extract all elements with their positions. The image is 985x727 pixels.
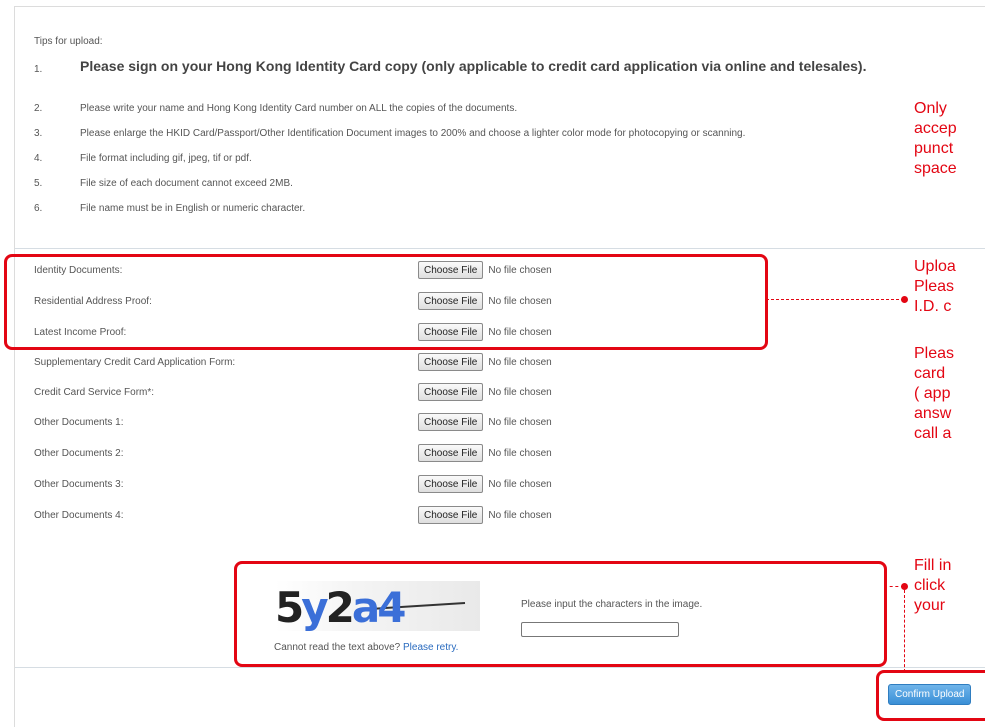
choose-file-button[interactable]: Choose File bbox=[418, 353, 484, 371]
doc-label-supplementary: Supplementary Credit Card Application Fo… bbox=[34, 357, 236, 368]
choose-file-button[interactable]: Choose File bbox=[418, 506, 484, 524]
doc-label-other-4: Other Documents 4: bbox=[34, 510, 124, 521]
file-status: No file chosen bbox=[488, 447, 552, 459]
file-input-supplementary[interactable]: Choose File No file chosen bbox=[418, 353, 552, 371]
file-status: No file chosen bbox=[488, 509, 552, 521]
doc-label-service-form: Credit Card Service Form*: bbox=[34, 387, 155, 398]
file-input-other-2[interactable]: Choose File No file chosen bbox=[418, 444, 552, 462]
tip-number: 2. bbox=[34, 103, 43, 114]
file-input-other-1[interactable]: Choose File No file chosen bbox=[418, 413, 552, 431]
file-input-other-3[interactable]: Choose File No file chosen bbox=[418, 475, 552, 493]
tip-text: Please sign on your Hong Kong Identity C… bbox=[80, 58, 867, 74]
doc-label-other-1: Other Documents 1: bbox=[34, 417, 124, 428]
annotation-dot bbox=[901, 296, 908, 303]
file-input-service-form[interactable]: Choose File No file chosen bbox=[418, 383, 552, 401]
tip-number: 4. bbox=[34, 153, 43, 164]
divider bbox=[15, 248, 985, 249]
annotation-note-filename: Only accep punct space bbox=[914, 100, 957, 177]
tips-title: Tips for upload: bbox=[34, 36, 103, 47]
doc-label-other-3: Other Documents 3: bbox=[34, 479, 124, 490]
choose-file-button[interactable]: Choose File bbox=[418, 475, 484, 493]
confirm-upload-button[interactable]: Confirm Upload bbox=[888, 684, 972, 705]
choose-file-button[interactable]: Choose File bbox=[418, 383, 484, 401]
tip-text: File format including gif, jpeg, tif or … bbox=[80, 153, 252, 164]
annotation-connector bbox=[766, 299, 904, 300]
annotation-connector bbox=[904, 590, 905, 672]
tip-text: Please write your name and Hong Kong Ide… bbox=[80, 103, 518, 114]
annotation-box-required-docs bbox=[4, 254, 768, 350]
annotation-note-captcha: Fill in click your bbox=[914, 557, 952, 614]
tip-number: 3. bbox=[34, 128, 43, 139]
tip-number: 6. bbox=[34, 203, 43, 214]
file-status: No file chosen bbox=[488, 356, 552, 368]
tip-text: File name must be in English or numeric … bbox=[80, 203, 306, 214]
tip-text: Please enlarge the HKID Card/Passport/Ot… bbox=[80, 128, 746, 139]
choose-file-button[interactable]: Choose File bbox=[418, 444, 484, 462]
doc-label-other-2: Other Documents 2: bbox=[34, 448, 124, 459]
annotation-dot bbox=[901, 583, 908, 590]
file-input-other-4[interactable]: Choose File No file chosen bbox=[418, 506, 552, 524]
file-status: No file chosen bbox=[488, 478, 552, 490]
annotation-note-upload: Uploa Pleas I.D. c bbox=[914, 258, 956, 315]
annotation-box-captcha bbox=[234, 561, 887, 667]
tip-text: File size of each document cannot exceed… bbox=[80, 178, 293, 189]
file-status: No file chosen bbox=[488, 416, 552, 428]
tip-number: 5. bbox=[34, 178, 43, 189]
tip-number: 1. bbox=[34, 64, 43, 75]
file-status: No file chosen bbox=[488, 386, 552, 398]
annotation-note-card: Pleas card( app answ call a bbox=[914, 345, 955, 442]
divider bbox=[15, 667, 985, 668]
choose-file-button[interactable]: Choose File bbox=[418, 413, 484, 431]
